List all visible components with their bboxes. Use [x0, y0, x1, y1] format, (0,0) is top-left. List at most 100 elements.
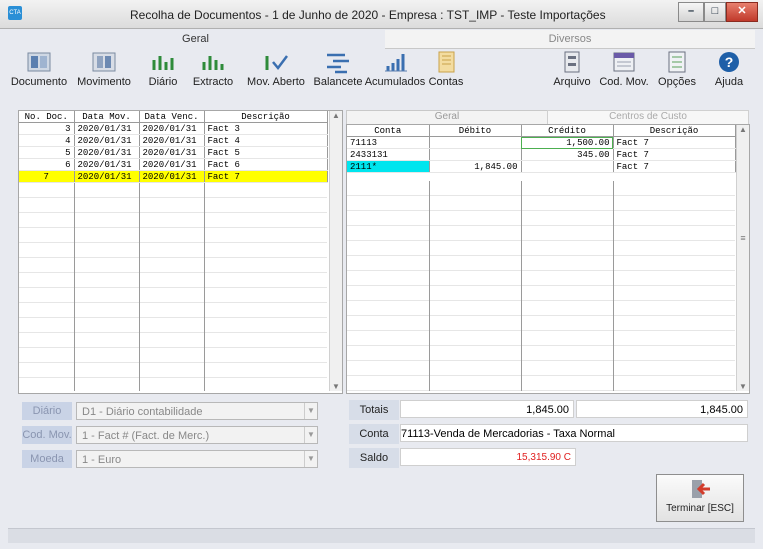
header-descricao[interactable]: Descrição — [204, 111, 328, 123]
doc-description: Fact 6 — [204, 158, 328, 171]
diario-button[interactable]: Diário — [140, 50, 186, 88]
main-tabs: Geral Diversos — [8, 30, 755, 49]
contas-book-icon — [431, 50, 461, 74]
scroll-down-icon[interactable]: ▼ — [737, 382, 749, 391]
cod-mov-icon — [609, 50, 639, 74]
lines-header-row: Conta Débito Crédito Descrição — [347, 125, 736, 137]
ajuda-button[interactable]: ? Ajuda — [708, 50, 750, 88]
doc-data-mov: 2020/01/31 — [74, 122, 140, 135]
header-conta[interactable]: Conta — [347, 125, 430, 137]
diario-label: Diário — [148, 76, 178, 88]
line-descricao[interactable]: Fact 7 — [613, 148, 736, 161]
doc-data-venc: 2020/01/31 — [139, 134, 205, 147]
cod-mov-select[interactable]: 1 - Fact # (Fact. de Merc.) ▼ — [76, 426, 318, 444]
conta-label: Conta — [349, 424, 399, 444]
archive-icon — [557, 50, 587, 74]
terminar-button[interactable]: Terminar [ESC] — [656, 474, 744, 522]
chevron-down-icon[interactable]: ▼ — [304, 427, 317, 443]
line-credito-active-cell[interactable]: 1,500.00 — [521, 136, 614, 149]
doc-data-venc: 2020/01/31 — [139, 170, 205, 183]
line-debito[interactable] — [429, 148, 522, 161]
close-button[interactable]: ✕ — [726, 2, 758, 22]
documento-label: Documento — [10, 76, 68, 88]
cod-mov-button[interactable]: Cod. Mov. — [596, 50, 652, 88]
doc-number: 4 — [19, 134, 75, 147]
table-row[interactable]: 4 2020/01/31 2020/01/31 Fact 4 — [19, 134, 328, 147]
table-row[interactable]: 71113 1,500.00 Fact 7 — [347, 136, 736, 149]
conta-value: 71113-Venda de Mercadorias - Taxa Normal — [400, 424, 748, 442]
header-line-descricao[interactable]: Descrição — [613, 125, 736, 137]
movement-icon — [89, 50, 119, 74]
documents-scrollbar[interactable]: ▲ ▼ — [329, 111, 342, 391]
doc-number: 3 — [19, 122, 75, 135]
doc-data-venc: 2020/01/31 — [139, 122, 205, 135]
header-data-venc[interactable]: Data Venc. — [139, 111, 205, 123]
total-debito: 1,845.00 — [400, 400, 574, 418]
extracto-button[interactable]: Extracto — [190, 50, 236, 88]
acumulados-chart-icon — [380, 50, 410, 74]
scroll-up-icon[interactable]: ▲ — [330, 111, 342, 120]
line-debito[interactable]: 1,845.00 — [429, 160, 522, 173]
mov-aberto-label: Mov. Aberto — [247, 76, 305, 88]
documents-empty-rows — [19, 183, 327, 391]
acumulados-label: Acumulados — [364, 76, 426, 88]
minimize-button[interactable]: – — [678, 2, 704, 22]
chevron-down-icon[interactable]: ▼ — [304, 403, 317, 419]
movimento-button[interactable]: Movimento — [70, 50, 138, 88]
diario-chart-icon — [148, 50, 178, 74]
window-title: Recolha de Documentos - 1 de Junho de 20… — [130, 8, 606, 22]
header-debito[interactable]: Débito — [429, 125, 522, 137]
svg-text:?: ? — [725, 54, 734, 70]
doc-data-mov: 2020/01/31 — [74, 146, 140, 159]
moeda-select[interactable]: 1 - Euro ▼ — [76, 450, 318, 468]
options-checklist-icon — [662, 50, 692, 74]
table-row[interactable]: 5 2020/01/31 2020/01/31 Fact 5 — [19, 146, 328, 159]
contas-button[interactable]: Contas — [428, 50, 464, 88]
mov-aberto-button[interactable]: Mov. Aberto — [240, 50, 312, 88]
line-credito[interactable] — [521, 160, 614, 173]
doc-description: Fact 4 — [204, 134, 328, 147]
doc-data-mov: 2020/01/31 — [74, 170, 140, 183]
lines-scrollbar[interactable]: ▲ ≡ ▼ — [736, 125, 749, 391]
scroll-down-icon[interactable]: ▼ — [330, 382, 342, 391]
balancete-label: Balancete — [313, 76, 363, 88]
line-conta[interactable]: 2433131 — [347, 148, 430, 161]
chevron-down-icon[interactable]: ▼ — [304, 451, 317, 467]
saldo-value: 15,315.90 C — [400, 448, 576, 466]
balancete-button[interactable]: Balancete — [310, 50, 366, 88]
header-credito[interactable]: Crédito — [521, 125, 614, 137]
doc-data-venc: 2020/01/31 — [139, 146, 205, 159]
documento-button[interactable]: Documento — [8, 50, 70, 88]
contas-label: Contas — [428, 76, 464, 88]
acumulados-button[interactable]: Acumulados — [362, 50, 428, 88]
scroll-grip-icon[interactable]: ≡ — [737, 233, 749, 243]
maximize-button[interactable]: □ — [704, 2, 726, 22]
cod-mov-field-label: Cod. Mov. — [22, 426, 72, 444]
tab-diversos[interactable]: Diversos — [385, 30, 755, 49]
line-descricao[interactable]: Fact 7 — [613, 160, 736, 173]
mov-aberto-icon — [261, 50, 291, 74]
toolbar: Documento Movimento Diário Extracto Mov.… — [8, 48, 755, 100]
scroll-up-icon[interactable]: ▲ — [737, 125, 749, 134]
arquivo-button[interactable]: Arquivo — [552, 50, 592, 88]
header-data-mov[interactable]: Data Mov. — [74, 111, 140, 123]
line-conta[interactable]: 71113 — [347, 136, 430, 149]
table-row[interactable]: 3 2020/01/31 2020/01/31 Fact 3 — [19, 122, 328, 135]
line-descricao[interactable]: Fact 7 — [613, 136, 736, 149]
line-conta-highlighted[interactable]: 2111* — [347, 160, 430, 173]
table-row[interactable]: 2433131 345.00 Fact 7 — [347, 148, 736, 161]
opcoes-label: Opções — [658, 76, 696, 88]
diario-select[interactable]: D1 - Diário contabilidade ▼ — [76, 402, 318, 420]
table-row[interactable]: 6 2020/01/31 2020/01/31 Fact 6 — [19, 158, 328, 171]
selected-table-row[interactable]: 7 2020/01/31 2020/01/31 Fact 7 — [19, 170, 328, 183]
app-icon: CTA — [8, 6, 22, 20]
line-debito[interactable] — [429, 136, 522, 149]
line-credito[interactable]: 345.00 — [521, 148, 614, 161]
tab-geral[interactable]: Geral — [8, 30, 383, 48]
table-row[interactable]: 2111* 1,845.00 Fact 7 — [347, 160, 736, 173]
cod-mov-label: Cod. Mov. — [599, 76, 649, 88]
lines-empty-rows — [347, 181, 735, 391]
balancete-icon — [323, 50, 353, 74]
opcoes-button[interactable]: Opções — [652, 50, 702, 88]
header-no-doc[interactable]: No. Doc. — [19, 111, 75, 123]
